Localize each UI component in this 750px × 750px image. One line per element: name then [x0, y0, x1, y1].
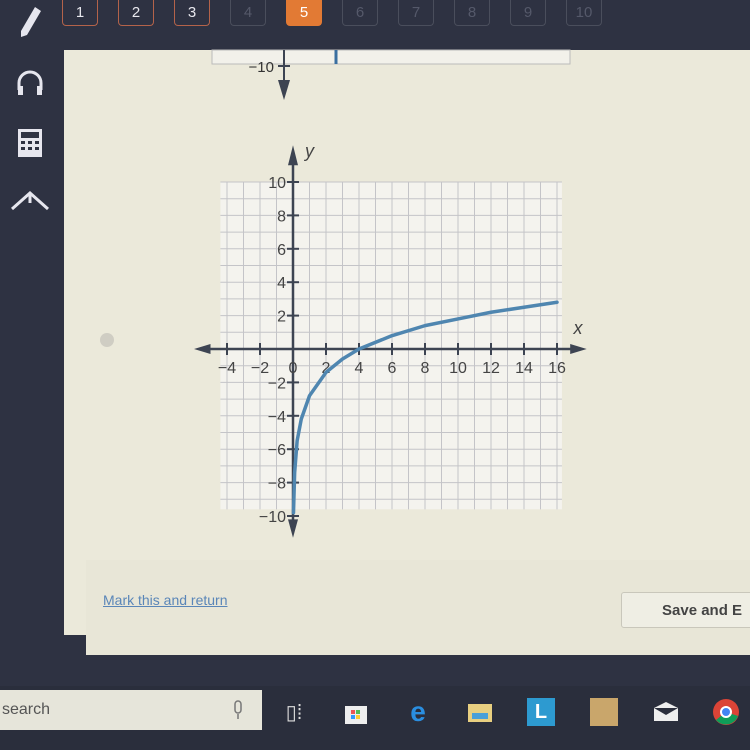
x-axis-arrow-right: [570, 344, 587, 354]
log-graph: −4 −2 0 2 4 6 8 10 12 14 16108642−2−4−6−8−10yx: [194, 141, 587, 538]
chrome-icon[interactable]: [712, 698, 740, 726]
answer-radio[interactable]: [100, 333, 114, 347]
y-axis-arrow-up: [288, 145, 298, 166]
edge-icon[interactable]: e: [404, 696, 432, 727]
x-axis-arrow-left: [194, 344, 211, 354]
task-view-icon[interactable]: ▯⁞: [280, 698, 308, 726]
x-tick-label: 14: [515, 360, 533, 377]
microphone-icon[interactable]: [232, 700, 244, 725]
save-and-exit-button[interactable]: Save and E: [621, 592, 750, 628]
x-tick-label: 10: [449, 360, 467, 377]
x-axis-label: x: [573, 318, 584, 338]
previous-tick-label: −10: [249, 59, 274, 76]
x-tick-label: 6: [388, 360, 397, 377]
y-tick-label: 6: [277, 242, 286, 259]
x-tick-label: 12: [482, 360, 500, 377]
taskbar-search[interactable]: search: [0, 690, 262, 730]
y-tick-label: 10: [268, 175, 286, 192]
x-tick-label: −2: [251, 360, 269, 377]
y-tick-label: −8: [268, 476, 286, 493]
y-tick-label: −4: [268, 409, 286, 426]
mark-and-return-link[interactable]: Mark this and return: [103, 592, 228, 608]
y-tick-label: −2: [268, 375, 286, 392]
x-tick-label: 4: [355, 360, 364, 377]
y-tick-label: −6: [268, 442, 286, 459]
search-placeholder: search: [2, 701, 51, 718]
previous-graph-remnant: −10: [211, 49, 571, 100]
store-icon[interactable]: [342, 698, 370, 726]
mail-icon[interactable]: [652, 698, 680, 726]
y-tick-label: 4: [277, 275, 286, 292]
app-icon[interactable]: [590, 698, 618, 726]
x-tick-label: −4: [218, 360, 236, 377]
x-tick-label: 16: [548, 360, 566, 377]
y-tick-label: −10: [259, 509, 286, 526]
x-tick-label: 8: [421, 360, 430, 377]
x-tick-label: 0: [289, 360, 298, 377]
l-app-icon[interactable]: L: [527, 698, 555, 726]
graph-area: −10 −4 −2 0 2 4 6 8 10 12 14 16108642−2−4−6−8−10yx: [194, 49, 587, 538]
file-explorer-icon[interactable]: [466, 698, 494, 726]
y-axis-label: y: [303, 141, 315, 161]
y-tick-label: 8: [277, 208, 286, 225]
y-axis-arrow-down: [288, 519, 298, 538]
y-tick-label: 2: [277, 309, 286, 326]
